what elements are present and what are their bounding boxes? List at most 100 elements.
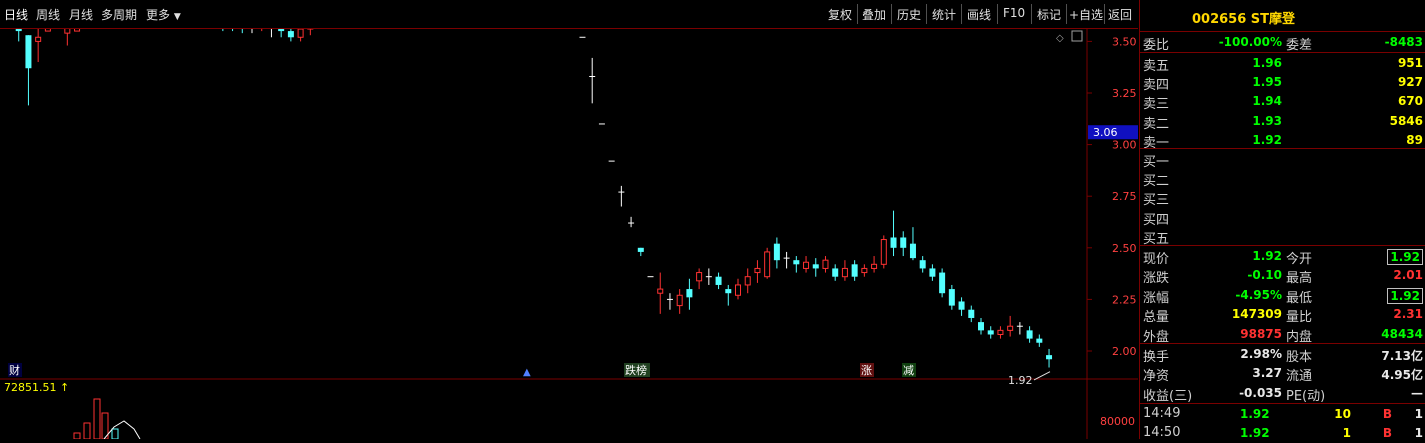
quote-header: 002656 ST摩登	[1140, 0, 1425, 32]
candle-body-down	[910, 244, 916, 258]
stat-row: 涨跌-0.10最高2.01	[1140, 266, 1425, 285]
stat-label: 最低	[1286, 287, 1312, 306]
candle-body-down	[288, 31, 294, 37]
ask-row: 卖四1.95927	[1140, 73, 1425, 92]
candle-body-down	[278, 29, 284, 31]
candle-body-down	[988, 330, 994, 334]
history-button[interactable]: 历史	[897, 6, 921, 23]
period-toolbar: 日线 周线 月线 多周期 更多 ▼ 复权 叠加 历史 统计 画线 F10 标记 …	[0, 0, 1138, 29]
add-watchlist-button[interactable]: +自选	[1069, 6, 1103, 23]
stat-value: 1.92	[1387, 249, 1423, 265]
tab-multi-period[interactable]: 多周期	[101, 6, 137, 23]
fund-label: 收益(三)	[1143, 385, 1192, 404]
candle-body-up	[298, 29, 303, 37]
tab-daily[interactable]: 日线	[4, 6, 28, 23]
tick-price: 1.92	[1240, 407, 1270, 421]
tick-row: 14:501.921B1	[1140, 424, 1425, 443]
event-marker: 财	[9, 363, 20, 377]
stat-row: 现价1.92今开1.92	[1140, 247, 1425, 266]
bid-row: 买五	[1140, 227, 1425, 246]
fund-label: 流通	[1286, 365, 1312, 384]
y-axis-label: 3.50	[1112, 35, 1137, 48]
stock-title: 002656 ST摩登	[1192, 8, 1295, 27]
candle-body-up	[65, 29, 70, 33]
fund-value: -0.035	[1239, 386, 1282, 400]
tick-volume: 1	[1343, 426, 1351, 440]
candle-body-up	[36, 37, 41, 41]
tab-more-label: 更多	[146, 8, 170, 22]
ask-price: 1.96	[1252, 56, 1282, 70]
tick-side: B	[1383, 407, 1392, 421]
stat-value: 1.92	[1387, 288, 1423, 304]
stat-label: 现价	[1143, 248, 1169, 267]
tab-monthly[interactable]: 月线	[69, 6, 93, 23]
mark-button[interactable]: 标记	[1037, 6, 1061, 23]
volume-bar	[94, 399, 100, 439]
candle-body-down	[959, 301, 965, 309]
stat-row: 总量147309量比2.31	[1140, 305, 1425, 324]
fund-label: PE(动)	[1286, 385, 1325, 404]
event-marker: 减	[903, 364, 914, 377]
candle-body-down	[968, 310, 974, 318]
volume-bar	[84, 423, 90, 439]
current-price-label: 3.06	[1093, 126, 1118, 139]
chevron-down-icon: ▼	[174, 12, 181, 22]
bid-row: 买三	[1140, 188, 1425, 207]
candle-body-down	[1036, 339, 1042, 343]
weibi-row: 委比 -100.00% 委差 -8483	[1140, 33, 1425, 52]
draw-line-button[interactable]: 画线	[967, 6, 991, 23]
candle-body-down	[793, 260, 799, 264]
candle-body-up	[765, 252, 770, 277]
candle-body-up	[75, 29, 80, 31]
ask-label: 卖二	[1143, 113, 1169, 132]
weicha-value: -8483	[1385, 35, 1423, 49]
candle-body-down	[725, 289, 731, 293]
low-label: 1.92	[1008, 374, 1033, 387]
candle-body-down	[638, 248, 644, 252]
fund-value: 2.98%	[1240, 347, 1282, 361]
stat-label: 总量	[1143, 306, 1169, 325]
ask-price: 1.95	[1252, 75, 1282, 89]
bid-label: 买二	[1143, 170, 1169, 189]
candle-body-down	[891, 237, 897, 247]
window-icon	[1072, 31, 1082, 41]
candle-body-down	[716, 277, 722, 285]
stat-label: 内盘	[1286, 326, 1312, 345]
volume-axis-label: 80000	[1100, 415, 1135, 428]
y-axis-label: 2.50	[1112, 242, 1137, 255]
fund-value: 4.95亿	[1381, 366, 1423, 383]
candle-body-down	[1027, 330, 1033, 338]
stat-row: 涨幅-4.95%最低1.92	[1140, 286, 1425, 305]
quote-panel: 002656 ST摩登 委比 -100.00% 委差 -8483 卖五1.969…	[1139, 0, 1425, 439]
ask-volume: 5846	[1390, 114, 1423, 128]
candle-body-down	[939, 273, 945, 294]
stat-value: 147309	[1232, 307, 1282, 321]
double-arrow-icon: ▲	[523, 367, 531, 378]
weicha-label: 委差	[1286, 34, 1312, 53]
stat-value: -0.10	[1247, 268, 1282, 282]
overlay-button[interactable]: 叠加	[862, 6, 886, 23]
tab-weekly[interactable]: 周线	[36, 6, 60, 23]
ask-row: 卖二1.935846	[1140, 112, 1425, 131]
tab-more[interactable]: 更多 ▼	[146, 6, 181, 23]
candle-body-up	[658, 289, 663, 293]
tick-price: 1.92	[1240, 426, 1270, 440]
stat-label: 今开	[1286, 248, 1312, 267]
bid-row: 买四	[1140, 208, 1425, 227]
adjust-button[interactable]: 复权	[828, 6, 852, 23]
ask-row: 卖五1.96951	[1140, 54, 1425, 73]
f10-button[interactable]: F10	[1003, 6, 1025, 20]
candlestick-chart[interactable]: 4.504.254.003.753.503.253.002.752.502.25…	[0, 29, 1138, 439]
candle-body-up	[697, 273, 702, 281]
stat-row: 外盘98875内盘48434	[1140, 325, 1425, 344]
fund-row: 换手2.98%股本7.13亿	[1140, 345, 1425, 364]
bid-label: 买五	[1143, 228, 1169, 247]
stats-button[interactable]: 统计	[932, 6, 956, 23]
back-button[interactable]: 返回	[1108, 6, 1132, 23]
tick-row: 14:491.9210B1	[1140, 405, 1425, 424]
candle-body-down	[832, 268, 838, 276]
fund-row: 净资3.27流通4.95亿	[1140, 364, 1425, 383]
stat-value: 48434	[1381, 327, 1423, 341]
stat-label: 量比	[1286, 306, 1312, 325]
stat-label: 外盘	[1143, 326, 1169, 345]
